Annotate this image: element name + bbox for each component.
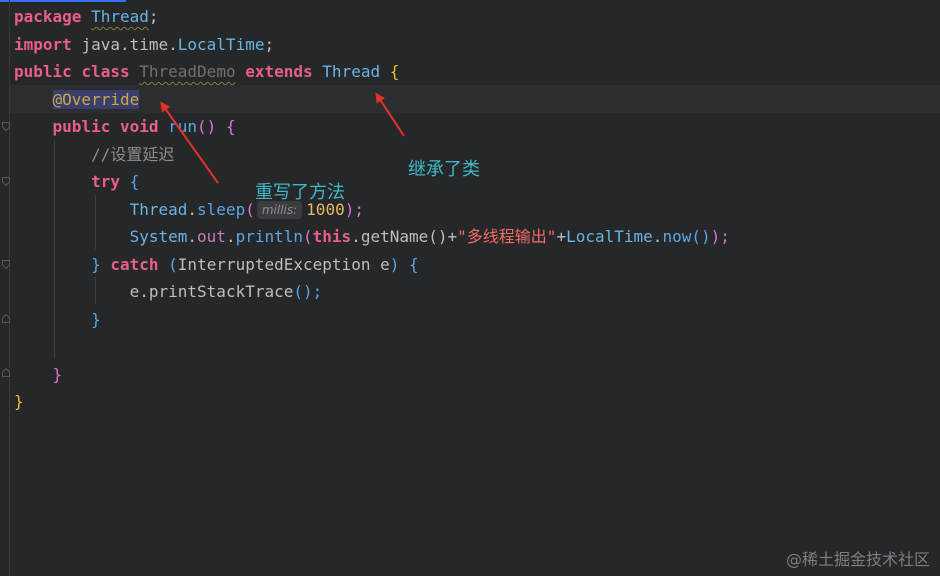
override-note: 重写了方法 [255, 182, 345, 203]
code-editor[interactable]: package Thread; import java.time.LocalTi… [0, 0, 940, 576]
arrow-to-thread-icon [375, 92, 405, 137]
arrow-to-override-icon [160, 101, 219, 184]
arrow-annotations [160, 92, 405, 184]
watermark: @稀土掘金技术社区 [785, 550, 930, 569]
extends-note: 继承了类 [408, 159, 480, 180]
